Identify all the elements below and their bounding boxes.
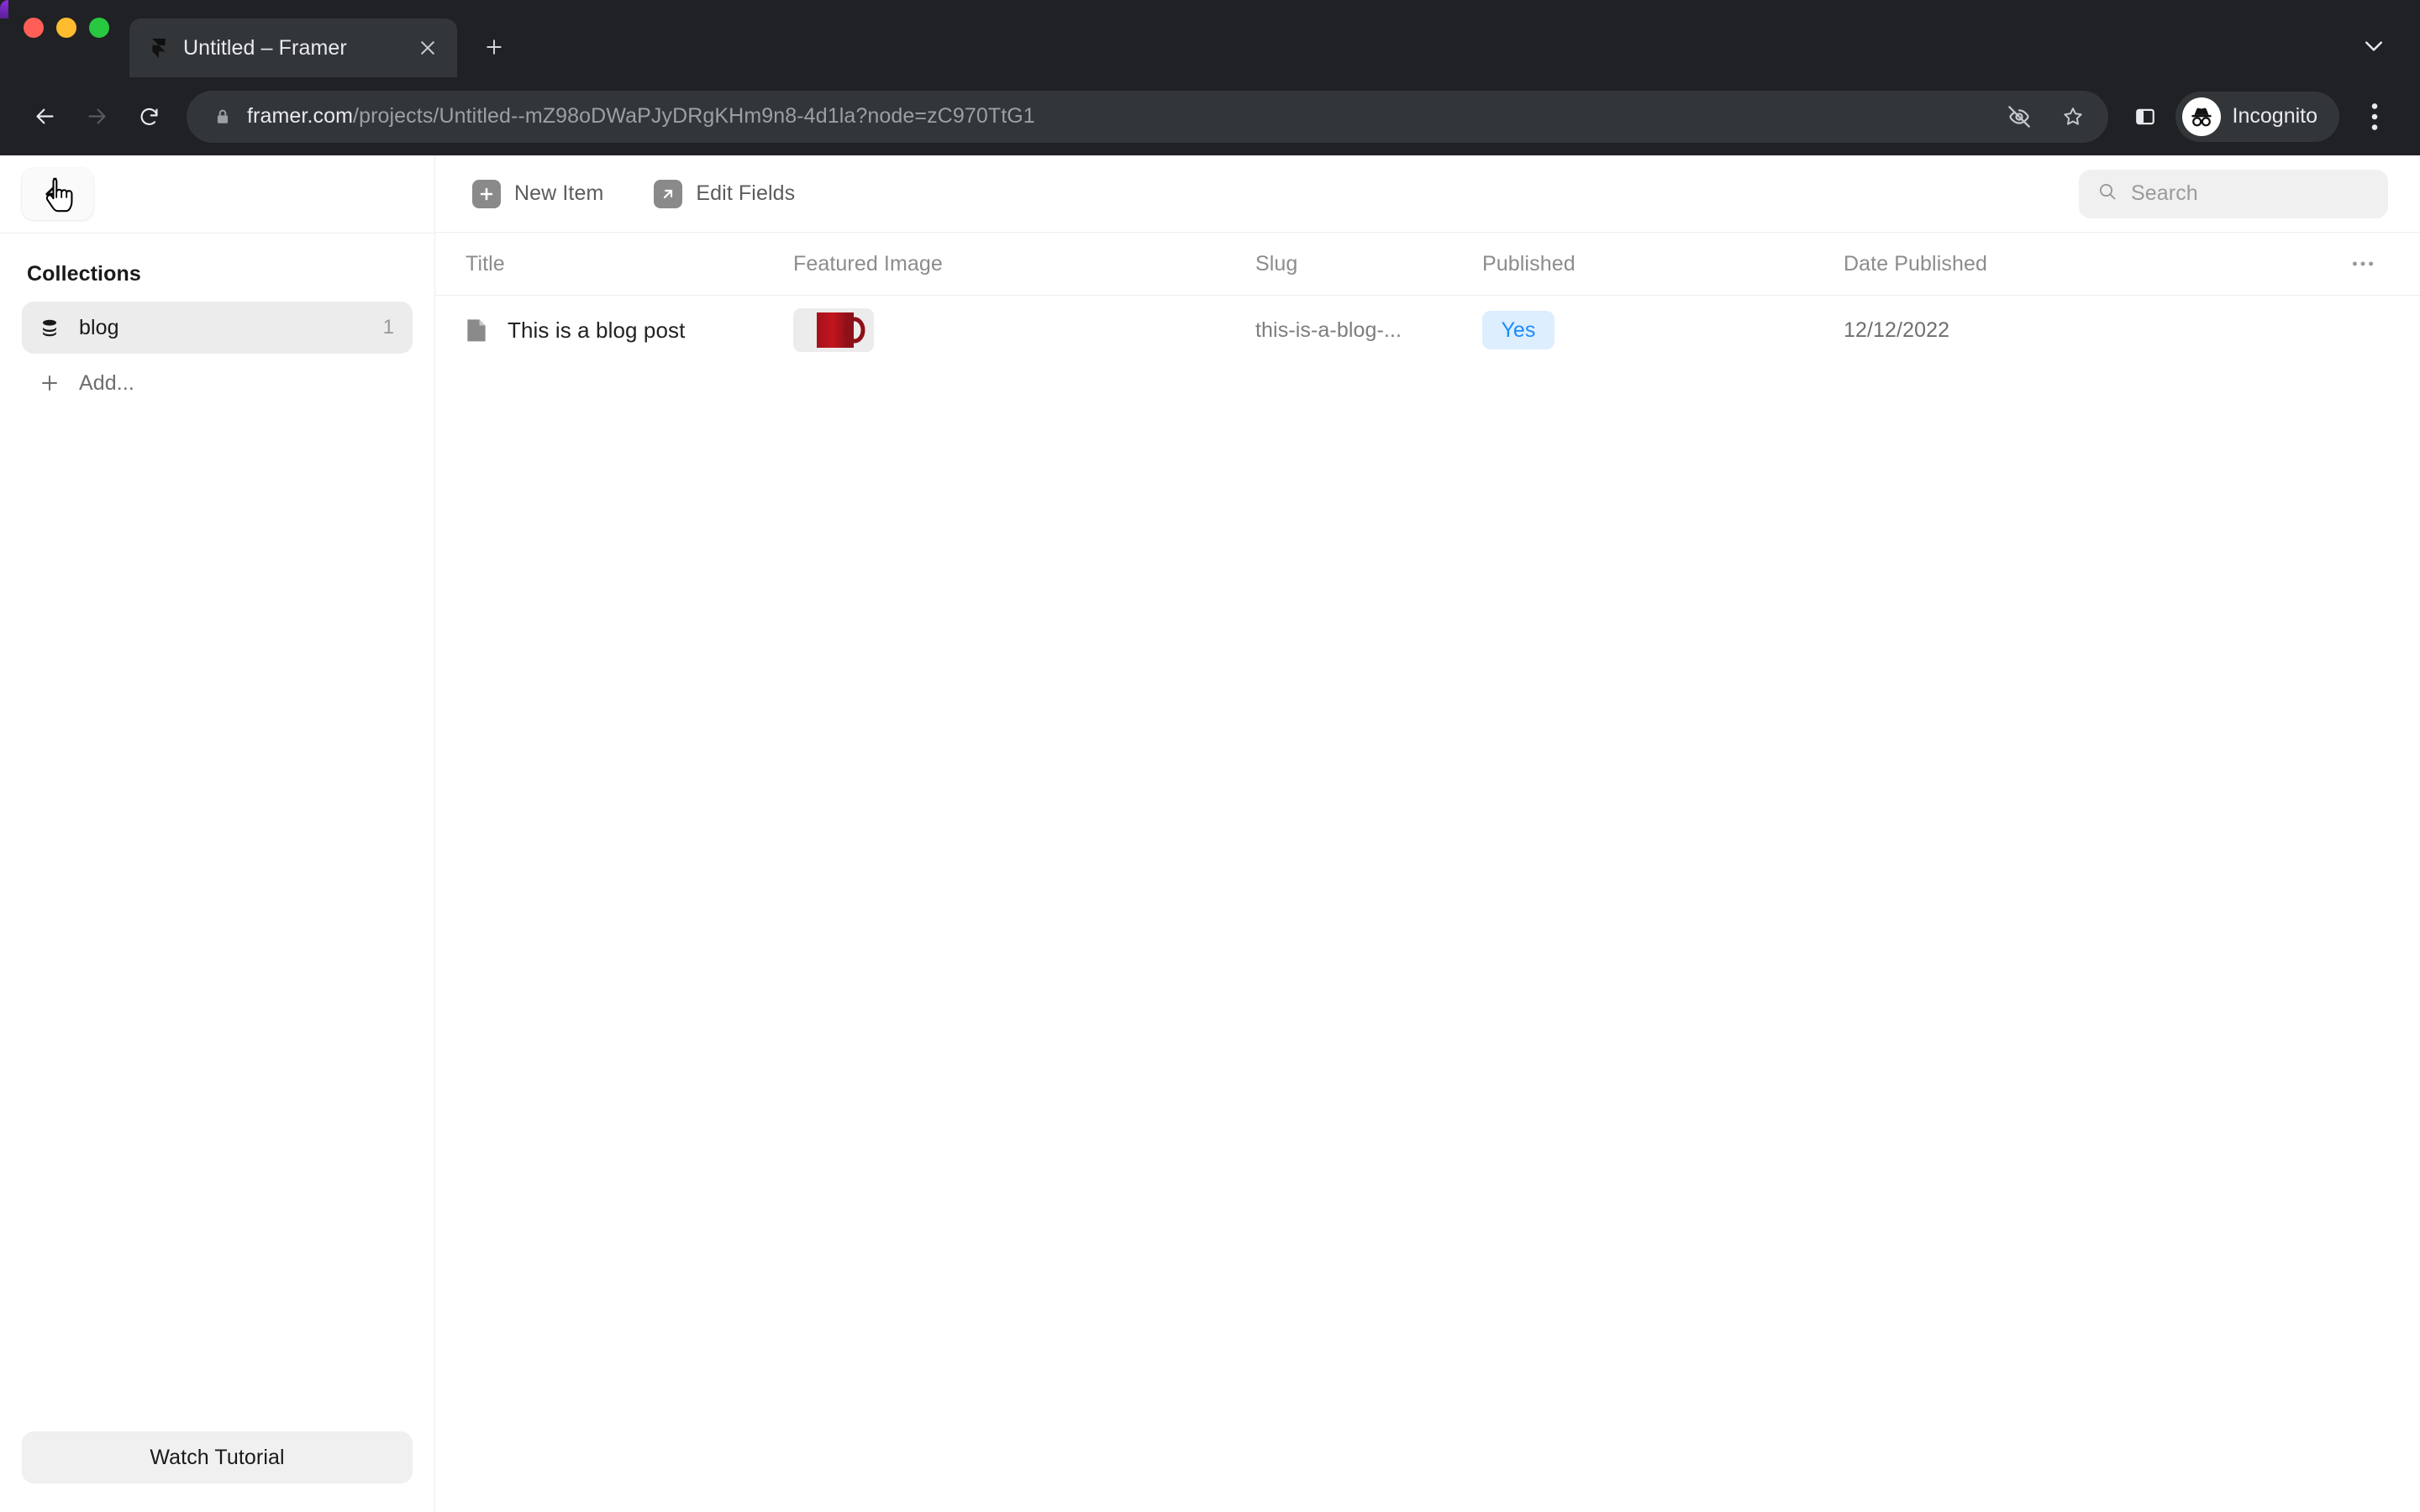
star-icon[interactable]: [2053, 97, 2093, 137]
database-stack-icon: [37, 315, 62, 340]
main-content: New Item Edit Fields Search Title Featur…: [435, 155, 2420, 1512]
address-bar-url: framer.com/projects/Untitled--mZ98oDWaPJ…: [247, 104, 1035, 129]
minimize-window-button[interactable]: [56, 18, 76, 38]
row-slug: this-is-a-blog-...: [1255, 318, 1402, 342]
column-header-date-published[interactable]: Date Published: [1839, 252, 2338, 276]
search-box[interactable]: [2079, 169, 2388, 218]
arrow-up-right-icon: [654, 179, 683, 208]
edit-fields-label: Edit Fields: [696, 181, 796, 205]
sidebar: Collections blog 1 Add... Watch Tutorial: [0, 155, 435, 1512]
cell-published[interactable]: Yes: [1477, 311, 1839, 349]
side-panel-icon[interactable]: [2123, 95, 2167, 139]
sidebar-footer: Watch Tutorial: [0, 1431, 434, 1512]
column-header-title[interactable]: Title: [435, 252, 788, 276]
tab-title: Untitled – Framer: [183, 35, 347, 60]
address-bar-actions: [1999, 97, 2093, 137]
profile-button[interactable]: Incognito: [2175, 91, 2339, 142]
browser-tab[interactable]: Untitled – Framer: [129, 18, 457, 77]
eye-slash-icon[interactable]: [1999, 97, 2039, 137]
collections-heading: Collections: [27, 262, 141, 286]
add-collection-label: Add...: [79, 370, 134, 395]
url-path: /projects/Untitled--mZ98oDWaPJyDRgKHm9n8…: [353, 104, 1035, 128]
tab-strip-right-controls: [2356, 29, 2391, 64]
reload-icon: [140, 108, 158, 125]
plus-icon: [472, 179, 501, 208]
forward-button[interactable]: [71, 91, 123, 143]
lock-icon: [213, 108, 232, 126]
tab-strip: Untitled – Framer: [0, 0, 2420, 77]
close-icon[interactable]: [413, 34, 442, 62]
sidebar-header: [0, 155, 434, 233]
reload-button[interactable]: [123, 91, 175, 143]
cell-slug[interactable]: this-is-a-blog-...: [1250, 318, 1477, 343]
row-title: This is a blog post: [508, 317, 686, 343]
new-tab-button[interactable]: [476, 29, 513, 66]
cms-table: Title Featured Image Slug Published Date…: [435, 233, 2420, 1512]
browser-toolbar: framer.com/projects/Untitled--mZ98oDWaPJ…: [0, 77, 2420, 155]
kebab-menu-icon[interactable]: [2353, 95, 2396, 139]
back-to-canvas-button[interactable]: [22, 168, 93, 220]
watch-tutorial-button[interactable]: Watch Tutorial: [22, 1431, 413, 1483]
cms-toolbar: New Item Edit Fields: [435, 155, 2420, 233]
profile-label: Incognito: [2232, 104, 2317, 128]
tab-search-button[interactable]: [2356, 29, 2391, 64]
sidebar-item-count: 1: [382, 316, 394, 339]
arrow-left-icon: [35, 108, 54, 124]
cell-date-published[interactable]: 12/12/2022: [1839, 318, 2338, 343]
add-collection-button[interactable]: Add...: [22, 357, 413, 409]
browser-chrome: Untitled – Framer framer.com/projects/Un…: [0, 0, 2420, 155]
arrow-left-icon: [45, 185, 71, 203]
table-options-button[interactable]: [2338, 260, 2388, 267]
close-window-button[interactable]: [24, 18, 44, 38]
search-input[interactable]: [2131, 181, 2370, 206]
column-header-slug[interactable]: Slug: [1250, 252, 1477, 276]
framer-logo-icon: [148, 37, 170, 59]
ellipsis-horizontal-icon: [2352, 261, 2374, 266]
window-traffic-lights: [24, 0, 109, 77]
incognito-icon: [2181, 97, 2221, 136]
arrow-right-icon: [87, 108, 106, 124]
chevron-down-icon: [2365, 41, 2383, 51]
plus-icon: [37, 370, 62, 396]
framer-cms-app: Collections blog 1 Add... Watch Tutorial…: [0, 155, 2420, 1512]
back-button[interactable]: [18, 91, 71, 143]
browser-toolbar-right: Incognito: [2123, 91, 2396, 142]
row-date-published: 12/12/2022: [1844, 318, 1950, 342]
maximize-window-button[interactable]: [89, 18, 109, 38]
sidebar-item-blog[interactable]: blog 1: [22, 302, 413, 354]
new-item-label: New Item: [514, 181, 604, 205]
search-icon: [2097, 181, 2118, 206]
new-item-button[interactable]: New Item: [466, 171, 610, 218]
sidebar-item-label: blog: [79, 315, 119, 339]
edit-fields-button[interactable]: Edit Fields: [647, 171, 802, 218]
table-header-row: Title Featured Image Slug Published Date…: [435, 233, 2420, 296]
url-host: framer.com: [247, 104, 354, 128]
featured-image-thumbnail: [793, 308, 874, 352]
cell-title[interactable]: This is a blog post: [435, 318, 788, 344]
status-badge: Yes: [1482, 311, 1555, 349]
document-icon: [466, 318, 487, 343]
browser-window: Untitled – Framer framer.com/projects/Un…: [0, 0, 2420, 1512]
column-header-featured-image[interactable]: Featured Image: [788, 252, 1250, 276]
plus-icon: [487, 39, 502, 55]
table-row[interactable]: This is a blog post this-is-a-blog-... Y…: [435, 296, 2420, 365]
cell-featured-image[interactable]: [788, 308, 1250, 352]
address-bar[interactable]: framer.com/projects/Untitled--mZ98oDWaPJ…: [187, 90, 2108, 143]
column-header-published[interactable]: Published: [1477, 252, 1839, 276]
collections-panel: Collections blog 1 Add...: [0, 234, 434, 1431]
